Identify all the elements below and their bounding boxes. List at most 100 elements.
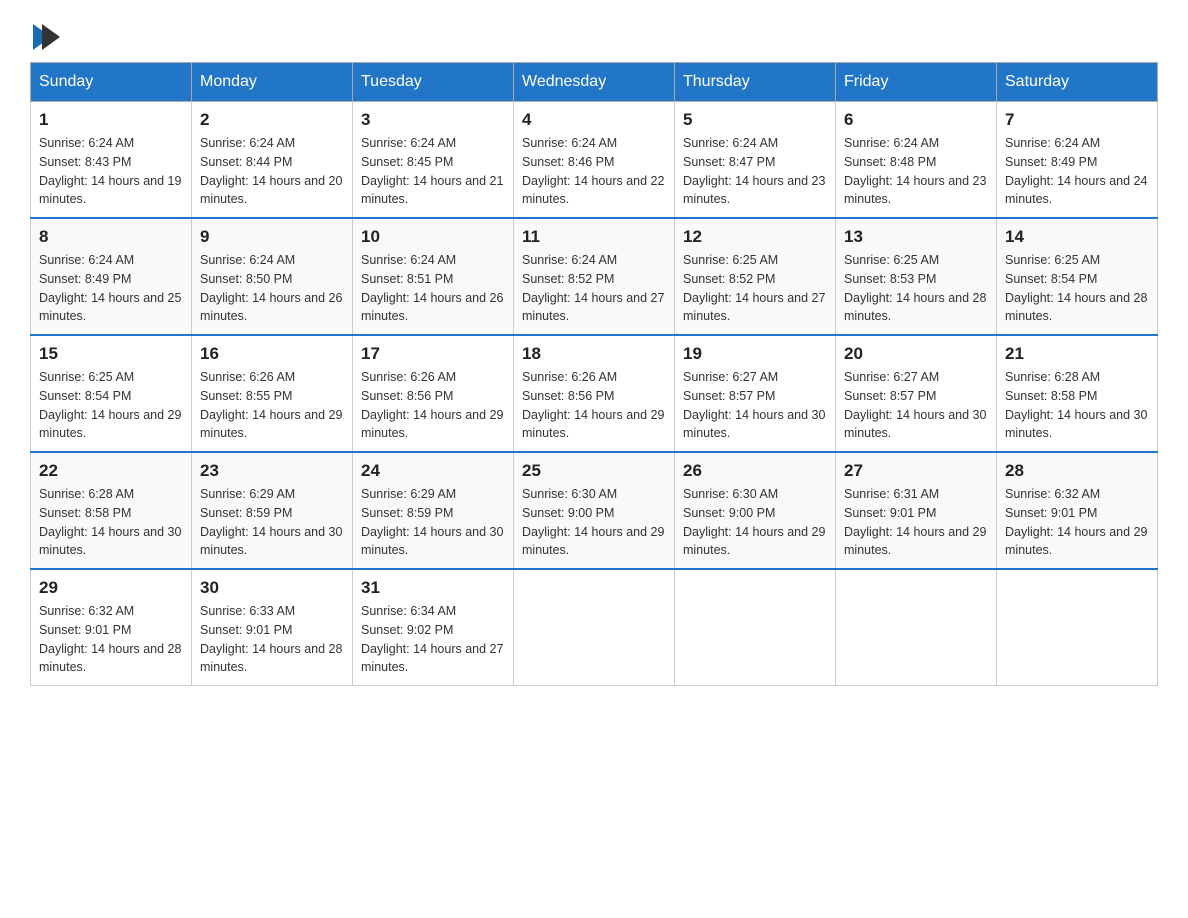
calendar-cell: 6 Sunrise: 6:24 AMSunset: 8:48 PMDaylight… <box>836 102 997 219</box>
day-number: 31 <box>361 578 505 598</box>
calendar-cell: 30 Sunrise: 6:33 AMSunset: 9:01 PMDayligh… <box>192 569 353 686</box>
day-info: Sunrise: 6:34 AMSunset: 9:02 PMDaylight:… <box>361 602 505 677</box>
day-number: 10 <box>361 227 505 247</box>
day-info: Sunrise: 6:33 AMSunset: 9:01 PMDaylight:… <box>200 602 344 677</box>
calendar-cell: 16 Sunrise: 6:26 AMSunset: 8:55 PMDayligh… <box>192 335 353 452</box>
day-info: Sunrise: 6:24 AMSunset: 8:48 PMDaylight:… <box>844 134 988 209</box>
day-info: Sunrise: 6:30 AMSunset: 9:00 PMDaylight:… <box>522 485 666 560</box>
calendar-cell <box>997 569 1158 686</box>
day-info: Sunrise: 6:25 AMSunset: 8:52 PMDaylight:… <box>683 251 827 326</box>
day-number: 4 <box>522 110 666 130</box>
day-number: 24 <box>361 461 505 481</box>
day-info: Sunrise: 6:25 AMSunset: 8:54 PMDaylight:… <box>39 368 183 443</box>
day-number: 28 <box>1005 461 1149 481</box>
day-number: 19 <box>683 344 827 364</box>
day-info: Sunrise: 6:29 AMSunset: 8:59 PMDaylight:… <box>200 485 344 560</box>
calendar-cell: 28 Sunrise: 6:32 AMSunset: 9:01 PMDayligh… <box>997 452 1158 569</box>
calendar-header-thursday: Thursday <box>675 63 836 102</box>
calendar-cell: 9Sunrise: 6:24 AMSunset: 8:50 PMDaylight… <box>192 218 353 335</box>
calendar-cell: 20 Sunrise: 6:27 AMSunset: 8:57 PMDayligh… <box>836 335 997 452</box>
calendar-cell: 23 Sunrise: 6:29 AMSunset: 8:59 PMDayligh… <box>192 452 353 569</box>
calendar-cell: 31 Sunrise: 6:34 AMSunset: 9:02 PMDayligh… <box>353 569 514 686</box>
calendar-header-row: SundayMondayTuesdayWednesdayThursdayFrid… <box>31 63 1158 102</box>
calendar-week-row: 29 Sunrise: 6:32 AMSunset: 9:01 PMDayligh… <box>31 569 1158 686</box>
day-number: 16 <box>200 344 344 364</box>
day-info: Sunrise: 6:24 AMSunset: 8:51 PMDaylight:… <box>361 251 505 326</box>
calendar-cell: 11 Sunrise: 6:24 AMSunset: 8:52 PMDayligh… <box>514 218 675 335</box>
day-number: 7 <box>1005 110 1149 130</box>
calendar-cell: 22Sunrise: 6:28 AMSunset: 8:58 PMDayligh… <box>31 452 192 569</box>
day-info: Sunrise: 6:26 AMSunset: 8:55 PMDaylight:… <box>200 368 344 443</box>
calendar-cell: 12 Sunrise: 6:25 AMSunset: 8:52 PMDayligh… <box>675 218 836 335</box>
day-number: 22 <box>39 461 183 481</box>
day-number: 8 <box>39 227 183 247</box>
calendar-cell: 27 Sunrise: 6:31 AMSunset: 9:01 PMDayligh… <box>836 452 997 569</box>
calendar-cell: 29 Sunrise: 6:32 AMSunset: 9:01 PMDayligh… <box>31 569 192 686</box>
calendar-cell: 13Sunrise: 6:25 AMSunset: 8:53 PMDayligh… <box>836 218 997 335</box>
day-info: Sunrise: 6:25 AMSunset: 8:54 PMDaylight:… <box>1005 251 1149 326</box>
day-info: Sunrise: 6:30 AMSunset: 9:00 PMDaylight:… <box>683 485 827 560</box>
calendar-cell: 2Sunrise: 6:24 AMSunset: 8:44 PMDaylight… <box>192 102 353 219</box>
day-number: 1 <box>39 110 183 130</box>
day-info: Sunrise: 6:24 AMSunset: 8:52 PMDaylight:… <box>522 251 666 326</box>
day-info: Sunrise: 6:26 AMSunset: 8:56 PMDaylight:… <box>522 368 666 443</box>
day-number: 20 <box>844 344 988 364</box>
calendar-cell: 1 Sunrise: 6:24 AMSunset: 8:43 PMDaylight… <box>31 102 192 219</box>
calendar-week-row: 1 Sunrise: 6:24 AMSunset: 8:43 PMDaylight… <box>31 102 1158 219</box>
day-number: 14 <box>1005 227 1149 247</box>
day-info: Sunrise: 6:27 AMSunset: 8:57 PMDaylight:… <box>683 368 827 443</box>
day-info: Sunrise: 6:31 AMSunset: 9:01 PMDaylight:… <box>844 485 988 560</box>
day-info: Sunrise: 6:27 AMSunset: 8:57 PMDaylight:… <box>844 368 988 443</box>
calendar-cell: 10 Sunrise: 6:24 AMSunset: 8:51 PMDayligh… <box>353 218 514 335</box>
calendar-cell: 4Sunrise: 6:24 AMSunset: 8:46 PMDaylight… <box>514 102 675 219</box>
calendar-week-row: 22Sunrise: 6:28 AMSunset: 8:58 PMDayligh… <box>31 452 1158 569</box>
day-number: 17 <box>361 344 505 364</box>
day-number: 5 <box>683 110 827 130</box>
calendar-cell: 7 Sunrise: 6:24 AMSunset: 8:49 PMDaylight… <box>997 102 1158 219</box>
day-number: 26 <box>683 461 827 481</box>
day-info: Sunrise: 6:29 AMSunset: 8:59 PMDaylight:… <box>361 485 505 560</box>
calendar-cell: 25 Sunrise: 6:30 AMSunset: 9:00 PMDayligh… <box>514 452 675 569</box>
day-info: Sunrise: 6:32 AMSunset: 9:01 PMDaylight:… <box>1005 485 1149 560</box>
day-info: Sunrise: 6:24 AMSunset: 8:47 PMDaylight:… <box>683 134 827 209</box>
day-info: Sunrise: 6:24 AMSunset: 8:49 PMDaylight:… <box>1005 134 1149 209</box>
day-info: Sunrise: 6:28 AMSunset: 8:58 PMDaylight:… <box>1005 368 1149 443</box>
day-info: Sunrise: 6:32 AMSunset: 9:01 PMDaylight:… <box>39 602 183 677</box>
day-info: Sunrise: 6:24 AMSunset: 8:50 PMDaylight:… <box>200 251 344 326</box>
calendar-cell: 18 Sunrise: 6:26 AMSunset: 8:56 PMDayligh… <box>514 335 675 452</box>
calendar-cell <box>514 569 675 686</box>
day-number: 15 <box>39 344 183 364</box>
day-info: Sunrise: 6:24 AMSunset: 8:49 PMDaylight:… <box>39 251 183 326</box>
day-number: 6 <box>844 110 988 130</box>
calendar-cell: 5 Sunrise: 6:24 AMSunset: 8:47 PMDaylight… <box>675 102 836 219</box>
calendar-cell: 26 Sunrise: 6:30 AMSunset: 9:00 PMDayligh… <box>675 452 836 569</box>
calendar-cell: 14 Sunrise: 6:25 AMSunset: 8:54 PMDayligh… <box>997 218 1158 335</box>
calendar-cell <box>675 569 836 686</box>
calendar-header-monday: Monday <box>192 63 353 102</box>
day-info: Sunrise: 6:24 AMSunset: 8:43 PMDaylight:… <box>39 134 183 209</box>
day-info: Sunrise: 6:24 AMSunset: 8:45 PMDaylight:… <box>361 134 505 209</box>
day-number: 21 <box>1005 344 1149 364</box>
calendar-cell: 15 Sunrise: 6:25 AMSunset: 8:54 PMDayligh… <box>31 335 192 452</box>
calendar-cell: 19 Sunrise: 6:27 AMSunset: 8:57 PMDayligh… <box>675 335 836 452</box>
day-number: 3 <box>361 110 505 130</box>
day-number: 11 <box>522 227 666 247</box>
day-number: 29 <box>39 578 183 598</box>
day-number: 27 <box>844 461 988 481</box>
page-header <box>30 20 1158 42</box>
calendar-header-wednesday: Wednesday <box>514 63 675 102</box>
calendar-cell <box>836 569 997 686</box>
calendar-week-row: 15 Sunrise: 6:25 AMSunset: 8:54 PMDayligh… <box>31 335 1158 452</box>
logo <box>30 20 60 42</box>
day-number: 12 <box>683 227 827 247</box>
calendar-cell: 3 Sunrise: 6:24 AMSunset: 8:45 PMDaylight… <box>353 102 514 219</box>
day-number: 23 <box>200 461 344 481</box>
day-number: 13 <box>844 227 988 247</box>
calendar-cell: 24 Sunrise: 6:29 AMSunset: 8:59 PMDayligh… <box>353 452 514 569</box>
day-number: 18 <box>522 344 666 364</box>
calendar-header-tuesday: Tuesday <box>353 63 514 102</box>
day-number: 25 <box>522 461 666 481</box>
day-number: 30 <box>200 578 344 598</box>
calendar-header-saturday: Saturday <box>997 63 1158 102</box>
calendar-header-friday: Friday <box>836 63 997 102</box>
